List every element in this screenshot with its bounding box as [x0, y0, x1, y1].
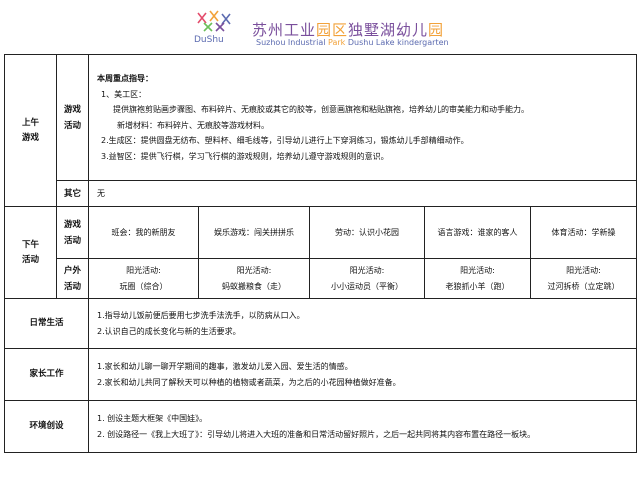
guide-item-2: 2.生成区：提供圆盘无纺布、塑料杯、细毛线等，引导幼儿进行上下穿洞练习，锻炼幼儿…	[101, 136, 469, 145]
afternoon-game-5: 体育活动：学新操	[529, 206, 638, 259]
morning-games-content: 本周重点指导： 1、美工区： 提供旗袍剪贴画步骤图、布料碎片、无痕胶或其它的胶等…	[87, 54, 638, 181]
afternoon-game-2: 娱乐游戏：闯关拼拼乐	[198, 206, 310, 259]
afternoon-games-row: 下午 活动 游戏 活动 班会：我的新朋友 娱乐游戏：闯关拼拼乐 劳动：认识小花园 语…	[4, 206, 638, 299]
environment-content: 1. 创设主题大框架《中国娃》。 2. 创设路径一《我上大班了》：引导幼儿将进入…	[87, 400, 638, 453]
parents-line-2: 2.家长和幼儿共同了解秋天可以种植的植物或者蔬菜，为之后的小花园种植做好准备。	[97, 377, 401, 387]
guide-item-1-title: 1、美工区：	[101, 89, 147, 99]
morning-other-row: 其它 无	[5, 180, 638, 207]
kindergarten-logo-mark: DuShu	[194, 10, 231, 45]
morning-games-label: 游戏 活动	[56, 54, 89, 181]
guide-item-3: 3.益智区：提供飞行棋，学习飞行棋的游戏规则，培养幼儿遵守游戏规则的意识。	[101, 151, 389, 161]
outdoor-activity-1: 阳光活动: 玩圈（综合）	[88, 258, 199, 299]
environment-line-1: 1. 创设主题大框架《中国娃》。	[97, 413, 208, 423]
guide-title: 本周重点指导：	[97, 74, 153, 83]
guide-item-1-new: 新增材料：布料碎片、无痕胶等游戏材料。	[117, 120, 269, 130]
parents-work-content: 1.家长和幼儿聊一聊开学期间的趣事，激发幼儿爱入园、爱生活的情感。 2.家长和幼…	[87, 348, 638, 401]
daily-life-content: 1.指导幼儿饭前便后要用七步洗手法洗手，以防病从口入。 2.认识自己的成长变化与…	[87, 298, 638, 349]
school-name-english: Suzhou Industrial Park Dushu Lake kinder…	[256, 38, 449, 47]
daily-line-1: 1.指导幼儿饭前便后要用七步洗手法洗手，以防病从口入。	[97, 310, 305, 320]
afternoon-label: 下午 活动	[4, 206, 57, 299]
morning-label: 上午 游戏	[4, 54, 57, 207]
outdoor-activity-3: 阳光活动: 小小运动员（平衡）	[309, 258, 425, 299]
afternoon-outdoor-row: 户外 活动 阳光活动: 玩圈（综合） 阳光活动: 蚂蚁搬粮食（走） 阳光活动: 小小运动…	[5, 258, 638, 299]
afternoon-game-1: 班会：我的新朋友	[88, 206, 199, 259]
outdoor-activity-5: 阳光活动: 过河拆桥（立定跳）	[529, 258, 638, 299]
guide-item-1-desc: 提供旗袍剪贴画步骤图、布料碎片、无痕胶或其它的胶等，创意画旗袍和粘贴旗袍，培养幼…	[113, 105, 529, 114]
parents-work-label: 家长工作	[4, 348, 89, 401]
morning-other-label: 其它	[56, 180, 89, 207]
school-name: 苏州工业园区独墅湖幼儿园	[252, 21, 445, 39]
parents-work-row: 家长工作 1.家长和幼儿聊一聊开学期间的趣事，激发幼儿爱入园、爱生活的情感。 2…	[4, 348, 638, 401]
afternoon-game-4: 语言游戏：谁家的客人	[424, 206, 531, 259]
weekly-plan-table: 上午 游戏 游戏 活动 本周重点指导： 1、美工区： 提供旗袍剪贴画步骤图、布料碎片…	[4, 54, 638, 453]
environment-row: 环境创设 1. 创设主题大框架《中国娃》。 2. 创设路径一《我上大班了》：引导…	[4, 400, 638, 453]
daily-line-2: 2.认识自己的成长变化与新的生活要求。	[97, 326, 241, 336]
daily-life-row: 日常生活 1.指导幼儿饭前便后要用七步洗手法洗手，以防病从口入。 2.认识自己的…	[4, 298, 638, 349]
afternoon-games-label: 游戏 活动	[56, 206, 89, 259]
morning-games-row: 上午 游戏 游戏 活动 本周重点指导： 1、美工区： 提供旗袍剪贴画步骤图、布料碎片…	[4, 54, 638, 207]
outdoor-activity-2: 阳光活动: 蚂蚁搬粮食（走）	[198, 258, 310, 299]
afternoon-game-3: 劳动：认识小花园	[309, 206, 425, 259]
daily-life-label: 日常生活	[4, 298, 89, 349]
afternoon-outdoor-label: 户外 活动	[56, 258, 89, 299]
parents-line-1: 1.家长和幼儿聊一聊开学期间的趣事，激发幼儿爱入园、爱生活的情感。	[97, 361, 353, 371]
morning-other-value: 无	[87, 180, 638, 207]
outdoor-activity-4: 阳光活动: 老狼抓小羊（跑）	[424, 258, 531, 299]
environment-line-2: 2. 创设路径一《我上大班了》：引导幼儿将进入大班的准备和日常活动留好照片，之后…	[97, 429, 536, 439]
environment-label: 环境创设	[4, 400, 89, 453]
logo-letters: DuShu	[194, 35, 224, 45]
page-header: DuShu 苏州工业园区独墅湖幼儿园 Suzhou Industrial Par…	[0, 0, 640, 54]
